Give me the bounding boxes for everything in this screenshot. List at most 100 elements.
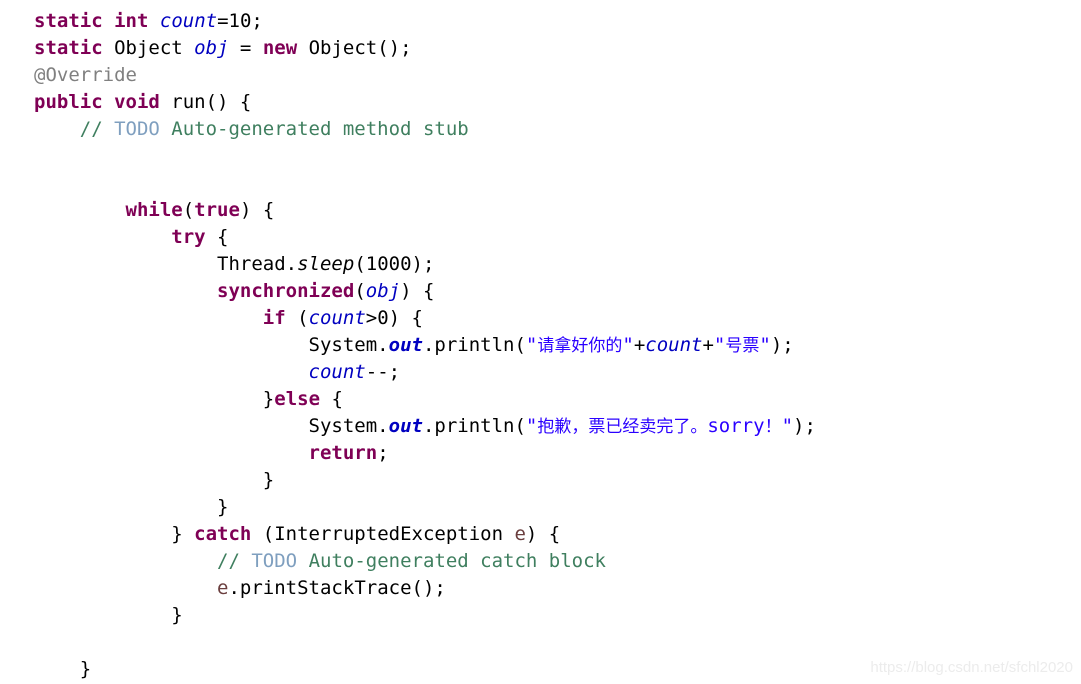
code-token: int	[114, 10, 149, 32]
code-line[interactable]: synchronized(obj) {	[34, 278, 816, 305]
code-line[interactable]: if (count>0) {	[34, 305, 816, 332]
code-line[interactable]: // TODO Auto-generated catch block	[34, 548, 816, 575]
code-token: count	[308, 307, 366, 329]
code-token: ) {	[400, 280, 435, 302]
code-token: (	[354, 280, 366, 302]
code-token: synchronized	[217, 280, 355, 302]
code-line[interactable]: }	[34, 602, 816, 629]
code-token: e	[217, 577, 229, 599]
code-token: TODO	[114, 118, 160, 140]
code-token: out	[388, 334, 423, 356]
code-token: 号票	[725, 336, 760, 356]
code-token: public	[34, 91, 103, 113]
code-line[interactable]: System.out.println("抱歉，票已经卖完了。sorry！");	[34, 413, 816, 440]
code-token: System.	[308, 415, 389, 437]
code-token: }	[171, 604, 183, 626]
code-token: ！	[764, 417, 782, 437]
code-token: {	[320, 388, 343, 410]
code-token: =	[228, 37, 263, 59]
code-line[interactable]: }else {	[34, 386, 816, 413]
code-token: System.	[308, 334, 389, 356]
code-token: Auto-generated method stub	[159, 118, 469, 140]
code-token: while	[125, 199, 183, 221]
code-line[interactable]: } catch (InterruptedException e) {	[34, 521, 816, 548]
code-token: @Override	[34, 64, 137, 86]
code-token: 抱歉，票已经卖完了。	[537, 417, 708, 437]
code-line[interactable]: e.printStackTrace();	[34, 575, 816, 602]
code-token: void	[114, 91, 160, 113]
code-token: "	[622, 334, 634, 356]
code-token: //	[217, 550, 252, 572]
code-token: (	[182, 199, 195, 221]
code-token: count	[159, 10, 218, 32]
code-line[interactable]: }	[34, 656, 816, 683]
code-line[interactable]: public void run() {	[34, 89, 816, 116]
code-token: (	[354, 253, 366, 275]
code-line[interactable]: static int count=10;	[34, 8, 816, 35]
code-line[interactable]: }	[34, 494, 816, 521]
code-token: sleep	[297, 253, 355, 275]
code-line[interactable]: return;	[34, 440, 816, 467]
code-token: //	[79, 118, 115, 140]
code-token: }	[79, 658, 92, 680]
code-token: return	[308, 442, 378, 464]
code-line[interactable]: while(true) {	[34, 197, 816, 224]
code-token: );	[793, 415, 816, 437]
code-token: "	[759, 334, 771, 356]
code-token: Object	[102, 37, 195, 59]
code-token: ) {	[239, 199, 275, 221]
code-line[interactable]: }	[34, 467, 816, 494]
code-token: static	[34, 37, 103, 59]
code-line[interactable]: static Object obj = new Object();	[34, 35, 816, 62]
code-line[interactable]: // TODO Auto-generated method stub	[34, 116, 816, 143]
watermark-text: https://blog.csdn.net/sfchl2020	[870, 659, 1073, 676]
code-line[interactable]: System.out.println("请拿好你的"+count+"号票");	[34, 332, 816, 359]
code-token: (	[285, 307, 309, 329]
code-token: 请拿好你的	[537, 336, 623, 356]
code-line[interactable]	[34, 629, 816, 656]
code-token: Thread.	[217, 253, 298, 275]
code-line[interactable]	[34, 170, 816, 197]
code-token: {	[205, 226, 229, 248]
code-token: }	[262, 388, 275, 410]
code-token: obj	[194, 37, 229, 59]
code-token: if	[262, 307, 286, 329]
code-line[interactable]: Thread.sleep(1000);	[34, 251, 816, 278]
code-token: }	[171, 523, 195, 545]
code-token: --;	[365, 361, 401, 383]
code-token: >0) {	[365, 307, 423, 329]
code-token: =10;	[217, 10, 263, 32]
code-token: run() {	[159, 91, 252, 113]
code-token: else	[274, 388, 321, 410]
code-token: Object();	[297, 37, 412, 59]
code-token: ;	[377, 442, 389, 464]
code-token: count	[308, 361, 366, 383]
code-token: +	[633, 334, 646, 356]
code-token: }	[262, 469, 275, 491]
code-token: .println(	[422, 334, 526, 356]
code-token: new	[262, 37, 298, 59]
code-line[interactable]: @Override	[34, 62, 816, 89]
code-line[interactable]: count--;	[34, 359, 816, 386]
code-token: count	[645, 334, 703, 356]
code-token: "	[713, 334, 726, 356]
code-token: "	[781, 415, 794, 437]
code-token: Auto-generated catch block	[297, 550, 606, 572]
code-token: 1000	[365, 253, 412, 275]
code-token: "	[525, 334, 538, 356]
code-token: );	[770, 334, 794, 356]
code-token: static	[34, 10, 103, 32]
code-lines-container: static int count=10; static Object obj = …	[34, 8, 816, 683]
code-line[interactable]	[34, 143, 816, 170]
code-token: );	[411, 253, 435, 275]
code-token: +	[702, 334, 714, 356]
code-token: ) {	[525, 523, 561, 545]
code-token: (InterruptedException	[251, 523, 515, 545]
code-token: true	[194, 199, 240, 221]
code-line[interactable]: try {	[34, 224, 816, 251]
code-token: try	[171, 226, 206, 248]
code-token: TODO	[251, 550, 298, 572]
code-editor-canvas[interactable]: static int count=10; static Object obj = …	[0, 0, 1081, 684]
